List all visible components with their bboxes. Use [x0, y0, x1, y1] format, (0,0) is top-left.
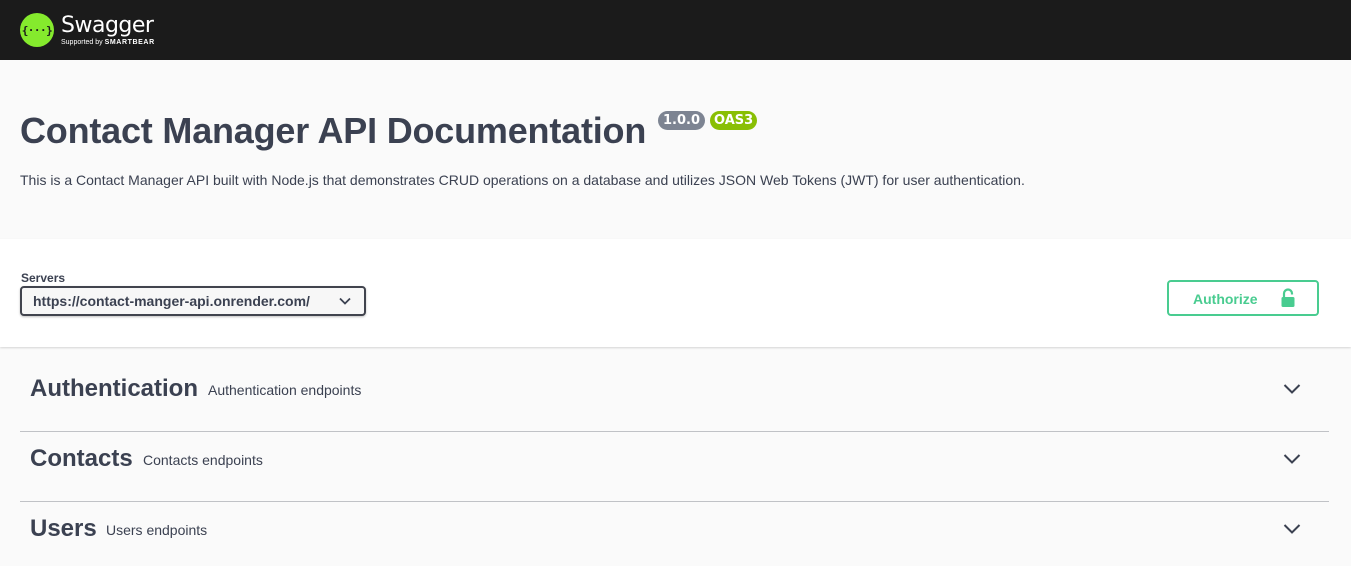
tag-section-contacts[interactable]: Contacts Contacts endpoints: [20, 432, 1329, 502]
swagger-logo[interactable]: {···} Swagger Supported by SMARTBEAR: [20, 11, 155, 49]
supported-by-line: Supported by SMARTBEAR: [61, 39, 155, 47]
server-select-value: https://contact-manger-api.onrender.com/: [33, 293, 310, 309]
chevron-down-icon: [339, 297, 351, 305]
authorize-button[interactable]: Authorize: [1167, 280, 1319, 316]
server-select[interactable]: https://contact-manger-api.onrender.com/: [20, 286, 366, 316]
info-section: Contact Manager API Documentation 1.0.0 …: [0, 60, 1351, 239]
api-description: This is a Contact Manager API built with…: [20, 172, 1025, 188]
brand-name: Swagger: [61, 12, 154, 38]
smartbear-text: SMARTBEAR: [104, 38, 155, 46]
authorize-label: Authorize: [1193, 291, 1258, 307]
topbar: {···} Swagger Supported by SMARTBEAR: [0, 0, 1351, 60]
tag-description: Users endpoints: [106, 522, 208, 538]
tag-section-users[interactable]: Users Users endpoints: [20, 502, 1329, 566]
tag-title: Users: [30, 515, 97, 542]
tag-section-authentication[interactable]: Authentication Authentication endpoints: [20, 362, 1329, 432]
chevron-down-icon[interactable]: [1283, 383, 1301, 395]
tag-title: Contacts: [30, 445, 133, 472]
logo-text: Swagger Supported by SMARTBEAR: [61, 12, 155, 47]
version-badge: 1.0.0: [658, 111, 706, 130]
tag-description: Authentication endpoints: [208, 382, 362, 398]
lock-icon: [1281, 288, 1295, 307]
servers-label: Servers: [21, 271, 66, 285]
chevron-down-icon[interactable]: [1283, 453, 1301, 465]
page-title: Contact Manager API Documentation: [20, 110, 647, 151]
chevron-down-icon[interactable]: [1283, 523, 1301, 535]
supported-by-text: Supported by: [61, 38, 103, 46]
swagger-logo-icon: {···}: [20, 13, 54, 47]
tag-description: Contacts endpoints: [143, 452, 263, 468]
tag-title: Authentication: [30, 375, 198, 402]
scheme-container: Servers https://contact-manger-api.onren…: [0, 239, 1351, 347]
oas-badge: OAS3: [710, 111, 758, 130]
